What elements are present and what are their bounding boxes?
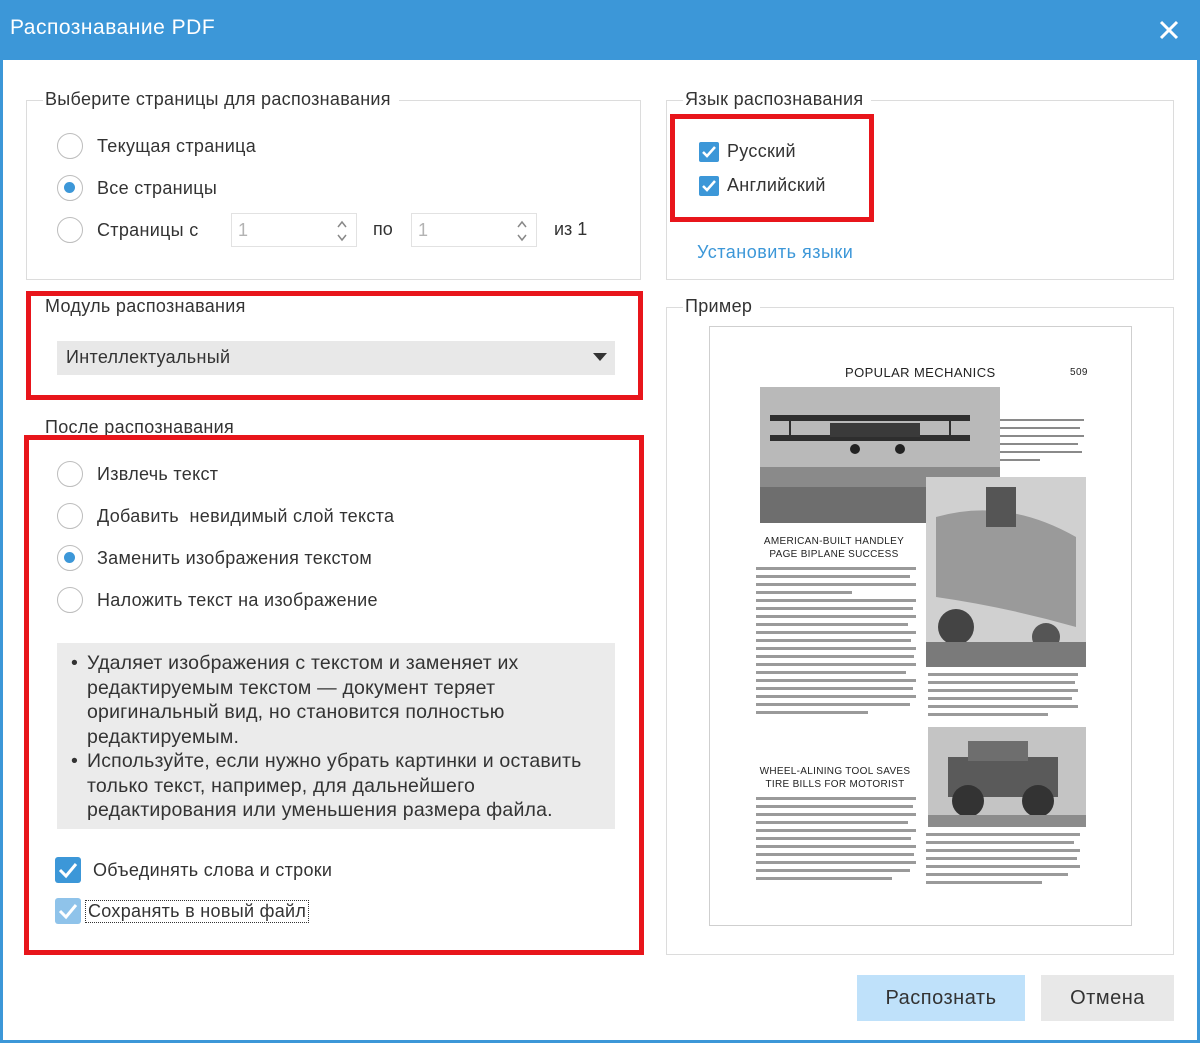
doc-header: POPULAR MECHANICS xyxy=(845,365,996,380)
radio-button[interactable] xyxy=(57,217,83,243)
checkbox-label: Объединять слова и строки xyxy=(93,859,333,880)
checkbox-label: Английский xyxy=(727,175,826,195)
radio-invisible-layer[interactable]: Добавить невидимый слой текста xyxy=(57,501,394,531)
pages-group-legend: Выберите страницы для распознавания xyxy=(43,89,399,110)
page-to-stepper[interactable]: 1 xyxy=(411,213,537,247)
chevron-down-icon xyxy=(593,353,607,361)
stepper-arrows-icon[interactable] xyxy=(516,218,528,244)
module-group: Модуль распознавания Интеллектуальный xyxy=(26,296,641,393)
checkmark-icon xyxy=(702,145,716,158)
doc-headline-2: WHEEL-ALINING TOOL SAVES TIRE BILLS FOR … xyxy=(759,766,911,790)
checkbox-save-new-file[interactable]: Сохранять в новый файл xyxy=(55,898,310,924)
radio-overlay-text[interactable]: Наложить текст на изображение xyxy=(57,585,378,615)
car-photo xyxy=(928,727,1086,827)
checkmark-icon xyxy=(702,179,716,192)
article-text-1 xyxy=(756,567,916,719)
caption-text-2 xyxy=(928,673,1078,721)
radio-button[interactable] xyxy=(57,545,83,571)
title-bar: Распознавание PDF xyxy=(0,0,1200,60)
page-to-label: по xyxy=(373,219,393,239)
radio-label: Наложить текст на изображение xyxy=(97,589,378,610)
module-group-legend: Модуль распознавания xyxy=(43,296,254,317)
radio-label: Страницы с xyxy=(97,219,199,240)
page-from-value: 1 xyxy=(238,220,249,240)
radio-label: Все страницы xyxy=(97,177,218,198)
checkbox[interactable] xyxy=(699,175,719,196)
recognize-button[interactable]: Распознать xyxy=(857,975,1025,1021)
checkmark-icon xyxy=(58,863,78,879)
page-total-label: из 1 xyxy=(554,219,588,239)
radio-label: Заменить изображения текстом xyxy=(97,547,373,568)
radio-button[interactable] xyxy=(57,587,83,613)
radio-button[interactable] xyxy=(57,175,83,201)
after-group-legend: После распознавания xyxy=(43,417,243,438)
radio-button[interactable] xyxy=(57,503,83,529)
checkbox[interactable] xyxy=(55,898,81,924)
doc-page-number: 509 xyxy=(1070,367,1088,378)
radio-label: Текущая страница xyxy=(97,135,257,156)
checkbox[interactable] xyxy=(55,857,81,883)
radio-page-range[interactable]: Страницы с xyxy=(57,215,199,245)
pages-group: Выберите страницы для распознавания Теку… xyxy=(26,89,641,280)
page-from-stepper[interactable]: 1 xyxy=(231,213,357,247)
module-select-value: Интеллектуальный xyxy=(66,347,231,367)
language-group: Язык распознавания Русский Английский Ус… xyxy=(666,89,1174,280)
radio-button[interactable] xyxy=(57,461,83,487)
close-button[interactable] xyxy=(1152,13,1186,47)
after-recognition-group: После распознавания Извлечь текст Добави… xyxy=(26,417,641,943)
page-to-value: 1 xyxy=(418,220,429,240)
cancel-button[interactable]: Отмена xyxy=(1041,975,1174,1021)
radio-label: Добавить невидимый слой текста xyxy=(97,505,395,526)
caption-text-3 xyxy=(926,833,1080,889)
radio-button[interactable] xyxy=(57,133,83,159)
checkbox[interactable] xyxy=(699,141,719,162)
description-text: Удаляет изображения с текстом и заменяет… xyxy=(87,652,519,748)
description-item: • Используйте, если нужно убрать картинки… xyxy=(71,749,601,823)
stepper-arrows-icon[interactable] xyxy=(336,218,348,244)
window-border-left xyxy=(0,60,3,1043)
close-icon xyxy=(1159,20,1179,40)
preview-document: POPULAR MECHANICS 509 AMERICAN-BUILT HAN… xyxy=(709,326,1132,926)
checkbox-label: Русский xyxy=(727,141,796,161)
radio-extract-text[interactable]: Извлечь текст xyxy=(57,459,218,489)
checkbox-russian[interactable]: Русский xyxy=(699,141,796,162)
article-text-2 xyxy=(756,797,916,885)
language-group-legend: Язык распознавания xyxy=(683,89,872,110)
preview-group-legend: Пример xyxy=(683,296,761,317)
module-select[interactable]: Интеллектуальный xyxy=(57,341,615,375)
radio-current-page[interactable]: Текущая страница xyxy=(57,131,256,161)
radio-replace-images[interactable]: Заменить изображения текстом xyxy=(57,543,372,573)
description-text: Используйте, если нужно убрать картинки … xyxy=(87,750,582,821)
option-description: • Удаляет изображения с текстом и заменяе… xyxy=(57,643,615,829)
plane-crowd-photo xyxy=(926,477,1086,667)
install-languages-link[interactable]: Установить языки xyxy=(697,242,853,263)
checkbox-merge-lines[interactable]: Объединять слова и строки xyxy=(55,857,332,883)
checkmark-icon xyxy=(58,904,78,920)
doc-headline-1: AMERICAN-BUILT HANDLEY PAGE BIPLANE SUCC… xyxy=(763,536,905,560)
radio-all-pages[interactable]: Все страницы xyxy=(57,173,217,203)
radio-label: Извлечь текст xyxy=(97,463,219,484)
caption-text-block xyxy=(1000,419,1084,461)
description-item: • Удаляет изображения с текстом и заменяе… xyxy=(71,651,601,749)
checkbox-english[interactable]: Английский xyxy=(699,175,826,196)
window-title: Распознавание PDF xyxy=(10,16,216,39)
checkbox-label: Сохранять в новый файл xyxy=(85,899,310,923)
